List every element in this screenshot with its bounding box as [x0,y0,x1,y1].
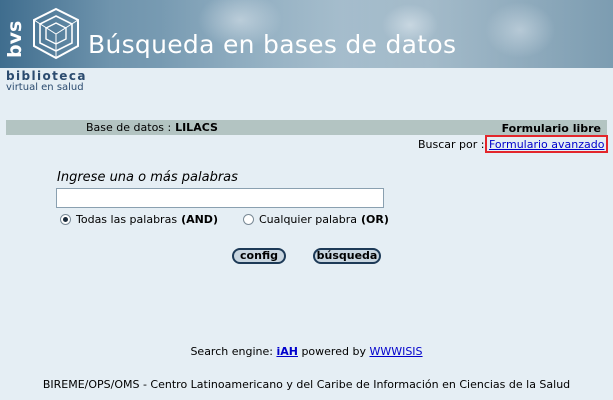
search-by-label: Buscar por : [418,138,485,151]
advanced-form-link[interactable]: Formulario avanzado [489,138,604,151]
radio-any-button[interactable] [243,214,254,225]
radio-all-operator: (AND) [181,213,218,226]
radio-any-operator: (OR) [361,213,389,226]
engine-prefix: Search engine: [190,345,273,358]
header-banner: bvs Búsqueda en bases de datos [0,0,613,68]
brand-line-2: virtual en salud [6,82,84,93]
radio-all-button[interactable] [60,214,71,225]
database-label-text: Base de datos : [86,121,172,134]
radio-any-word[interactable]: Cualquier palabra (OR) [243,213,389,226]
brand-line-1: biblioteca [6,69,87,83]
iah-link[interactable]: iAH [276,345,298,358]
config-button[interactable]: config [232,248,286,264]
page-title: Búsqueda en bases de datos [88,30,457,59]
database-label: Base de datos : LILACS [86,121,218,134]
radio-any-label: Cualquier palabra [259,213,358,226]
brand-name: biblioteca virtual en salud [6,70,87,94]
bvs-logo-text: bvs [4,20,26,58]
radio-all-label: Todas las palabras [76,213,178,226]
search-button[interactable]: búsqueda [313,248,381,264]
engine-powered-by: powered by [301,345,366,358]
database-bar: Base de datos : LILACS Formulario libre [6,120,607,135]
database-name: LILACS [175,121,218,134]
search-engine-credit: Search engine: iAH powered by WWWISIS [0,345,613,358]
wwwisis-link[interactable]: WWWISIS [369,345,422,358]
bvs-logo-icon [33,7,79,60]
radio-all-words[interactable]: Todas las palabras (AND) [60,213,218,226]
search-prompt: Ingrese una o más palabras [57,170,238,185]
form-type-label: Formulario libre [501,122,601,135]
search-input[interactable] [56,188,384,208]
footer-text: BIREME/OPS/OMS - Centro Latinoamericano … [42,378,571,391]
